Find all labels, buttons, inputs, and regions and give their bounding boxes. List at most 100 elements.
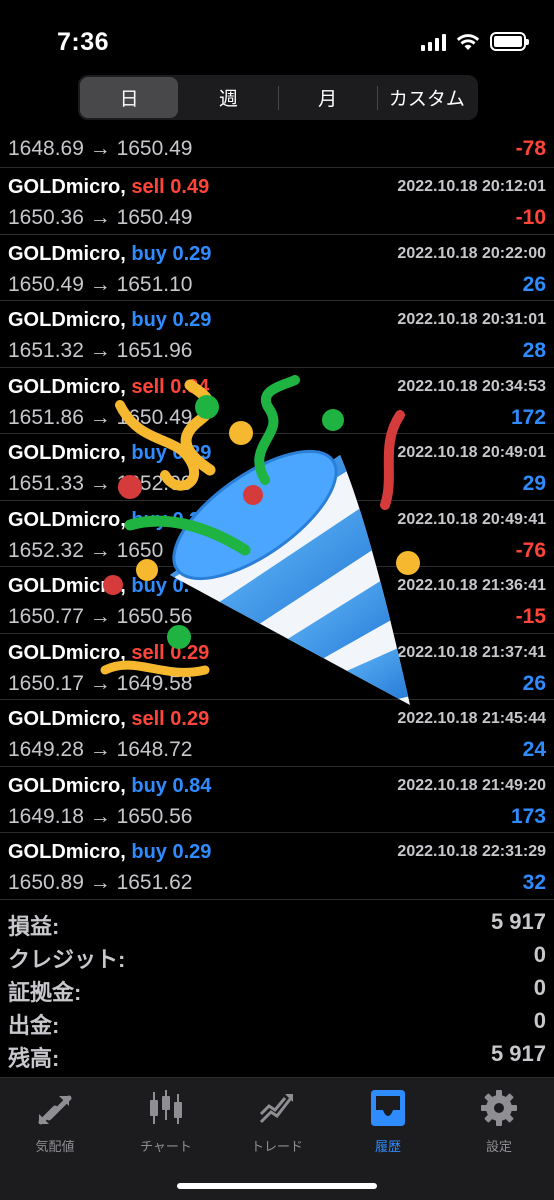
trade-prices: 1648.69 → 1650.49	[8, 137, 193, 160]
trade-prices: 1650.49 → 1651.10	[8, 272, 193, 296]
gear-icon	[481, 1090, 517, 1126]
trade-profit: 173	[510, 804, 546, 828]
tab-trade[interactable]: トレード	[222, 1086, 332, 1155]
tab-label: 気配値	[35, 1139, 75, 1154]
summary-row-balance: 残高: 5 917	[0, 1037, 554, 1071]
trade-side-volume: buy 0.29	[131, 442, 212, 464]
trade-side-volume: sell 0.49	[131, 176, 210, 198]
summary-label: 証拠金:	[8, 980, 82, 1005]
trade-title: GOLDmicro, sell 0.29	[8, 642, 209, 665]
trade-prices: 1650.77 → 1650.56	[8, 605, 193, 628]
tab-label: トレード	[250, 1139, 303, 1154]
trade-symbol: GOLDmicro,	[8, 575, 126, 597]
trade-side-volume: buy 0.	[131, 575, 190, 597]
trade-title: GOLDmicro, buy 0.29	[8, 841, 211, 864]
trade-profit: 24	[522, 738, 546, 761]
trade-date: 2022.10.18 21:37:41	[397, 643, 546, 661]
list-item[interactable]: GOLDmicro, sell 0.84 2022.10.18 20:34:53 1…	[0, 368, 554, 434]
segment-custom[interactable]: カスタム	[378, 77, 476, 118]
trade-title: GOLDmicro, sell 0.84	[8, 376, 209, 399]
trade-prices: 1652.32 → 1650	[8, 538, 164, 562]
list-item[interactable]: GOLDmicro, buy 0.29 2022.10.18 22:31:29 16…	[0, 833, 554, 900]
history-inbox-icon	[371, 1090, 405, 1126]
summary-row-profit: 損益: 5 917	[0, 905, 554, 939]
segment-day[interactable]: 日	[80, 77, 179, 118]
quotes-icon	[38, 1095, 72, 1125]
trade-prices: 1650.17 → 1649.58	[8, 671, 193, 695]
list-item[interactable]: GOLDmicro, buy 0.29 2022.10.18 20:31:01 16…	[0, 301, 554, 368]
period-segmented-control: 日 週 月 カスタム	[78, 75, 478, 120]
summary-row-credit: クレジット: 0	[0, 938, 554, 972]
trade-date: 2022.10.18 20:12:01	[397, 178, 546, 195]
list-item[interactable]: 1648.69 → 1650.49 -78	[0, 133, 554, 168]
segment-month[interactable]: 月	[279, 77, 377, 118]
list-item[interactable]: GOLDmicro, buy 0. 2022.10.18 21:36:41 1650…	[0, 567, 554, 634]
trade-date: 2022.10.18 20:49:01	[397, 444, 546, 461]
trade-symbol: GOLDmicro,	[8, 442, 126, 464]
trade-prices: 1650.89 → 1651.62	[8, 871, 193, 894]
list-item[interactable]: GOLDmicro, buy 0.29 2022.10.18 20:49:41 16…	[0, 501, 554, 567]
trade-symbol: GOLDmicro,	[8, 641, 126, 664]
tab-history[interactable]: 履歴	[333, 1086, 443, 1155]
trade-prices: 1651.32 → 1651.96	[8, 339, 193, 362]
trade-symbol: GOLDmicro,	[8, 708, 126, 730]
list-item[interactable]: GOLDmicro, sell 0.29 2022.10.18 21:37:41 1…	[0, 634, 554, 700]
list-item[interactable]: GOLDmicro, sell 0.49 2022.10.18 20:12:01 1…	[0, 168, 554, 235]
tab-bar: 気配値 チャート トレード 履歴 設定	[0, 1077, 554, 1200]
summary-label: 残高:	[8, 1046, 60, 1071]
trade-date: 2022.10.18 20:22:00	[397, 244, 546, 262]
tab-label: 設定	[485, 1139, 512, 1154]
summary-label: 損益:	[8, 914, 60, 939]
trade-title: GOLDmicro, buy 0.29	[8, 243, 211, 266]
trade-title: GOLDmicro, buy 0.	[8, 575, 189, 598]
tab-quotes[interactable]: 気配値	[0, 1086, 110, 1155]
list-item[interactable]: GOLDmicro, sell 0.29 2022.10.18 21:45:44 1…	[0, 700, 554, 767]
cellular-signal-icon	[421, 33, 446, 51]
trade-profit: 26	[522, 272, 546, 296]
trade-profit: 26	[522, 671, 546, 695]
trade-side-volume: buy 0.29	[131, 841, 212, 863]
trade-profit: 172	[510, 405, 546, 429]
summary-value: 0	[533, 1008, 546, 1033]
list-item[interactable]: GOLDmicro, buy 0.29 2022.10.18 20:22:00 16…	[0, 235, 554, 301]
tab-settings[interactable]: 設定	[444, 1086, 554, 1155]
trade-title: GOLDmicro, buy 0.29	[8, 442, 211, 465]
trade-side-volume: sell 0.29	[131, 641, 210, 664]
list-item[interactable]: GOLDmicro, buy 0.29 2022.10.18 20:49:01 16…	[0, 434, 554, 501]
trade-symbol: GOLDmicro,	[8, 176, 126, 198]
trade-profit: 29	[522, 472, 546, 495]
summary-value: 0	[533, 942, 546, 967]
summary-value: 5 917	[490, 909, 546, 934]
status-icons	[421, 32, 529, 51]
list-item[interactable]: GOLDmicro, buy 0.84 2022.10.18 21:49:20 16…	[0, 767, 554, 833]
summary-label: クレジット:	[8, 947, 126, 972]
wifi-icon	[456, 33, 480, 50]
trade-profit: -15	[515, 605, 546, 628]
trade-prices: 1651.86 → 1650.49	[8, 405, 193, 429]
trade-symbol: GOLDmicro,	[8, 841, 126, 863]
trade-history-list[interactable]: 1648.69 → 1650.49 -78 GOLDmicro, sell 0.…	[0, 133, 554, 900]
summary-label: 出金:	[8, 1013, 60, 1038]
tab-chart[interactable]: チャート	[111, 1086, 221, 1155]
trade-title: GOLDmicro, buy 0.29	[8, 309, 211, 332]
account-summary: 損益: 5 917 クレジット: 0 証拠金: 0 出金: 0 残高: 5 91…	[0, 905, 554, 1071]
tab-label: 履歴	[374, 1139, 401, 1154]
trade-date: 2022.10.18 20:31:01	[397, 311, 546, 328]
chart-icon	[150, 1090, 182, 1124]
trade-prices: 1651.33 → 1652.00	[8, 472, 193, 495]
trade-date: 2022.10.18 21:45:44	[397, 710, 546, 727]
trade-side-volume: sell 0.84	[131, 375, 210, 398]
segment-week[interactable]: 週	[179, 77, 277, 118]
trade-profit: -76	[515, 538, 546, 562]
summary-row-deposit: 証拠金: 0	[0, 971, 554, 1005]
battery-icon	[490, 32, 529, 51]
trade-side-volume: buy 0.29	[131, 242, 212, 265]
tab-label: チャート	[140, 1139, 192, 1154]
trade-symbol: GOLDmicro,	[8, 774, 126, 797]
trade-side-volume: sell 0.29	[131, 708, 210, 730]
status-time: 7:36	[57, 28, 110, 56]
summary-value: 0	[533, 975, 546, 1000]
trade-prices: 1650.36 → 1650.49	[8, 206, 193, 229]
summary-row-withdrawal: 出金: 0	[0, 1004, 554, 1038]
trade-date: 2022.10.18 22:31:29	[397, 843, 546, 860]
